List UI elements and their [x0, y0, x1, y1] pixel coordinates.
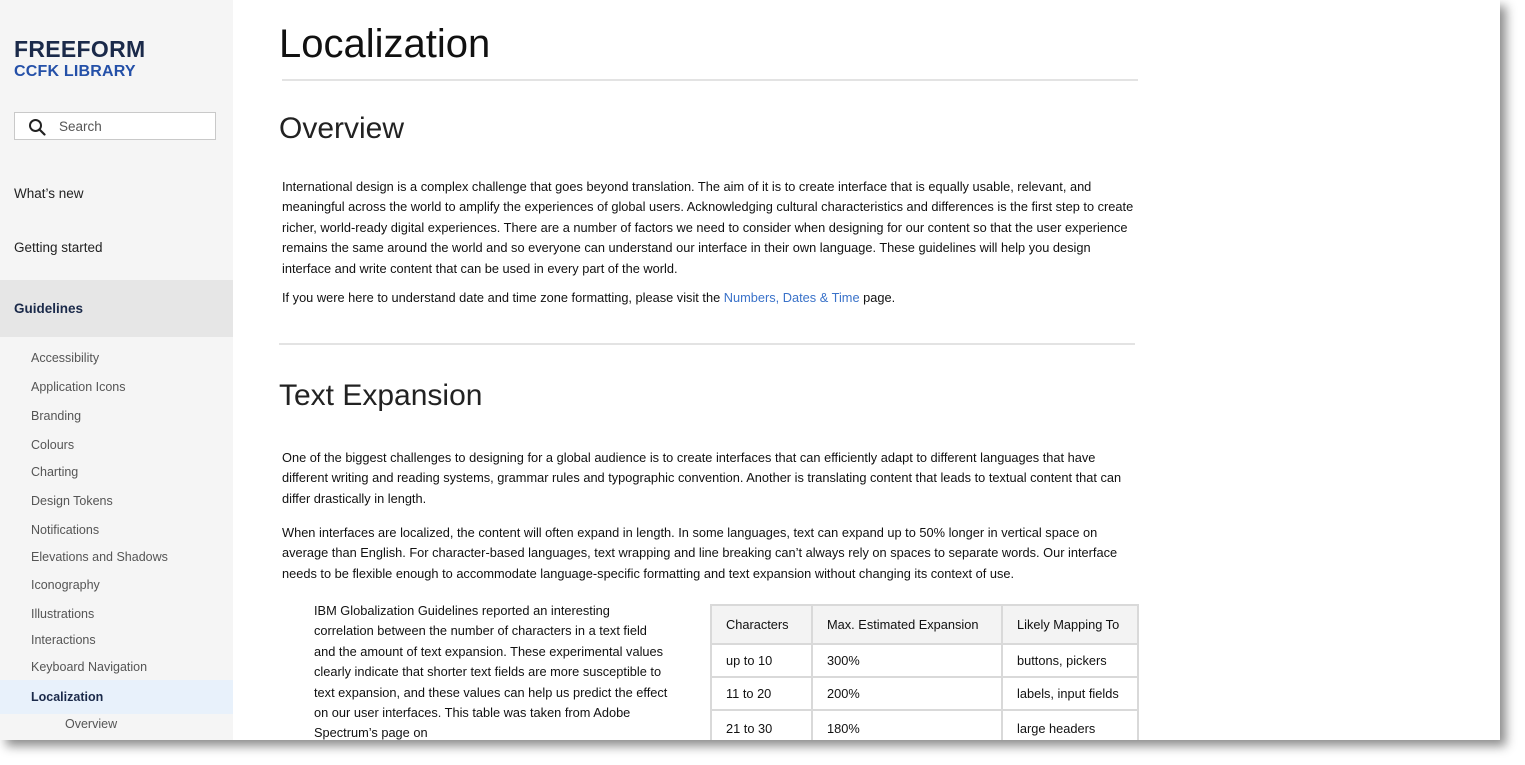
column-header-characters: Characters	[710, 604, 813, 645]
nav-item-guidelines-label: Guidelines	[14, 301, 84, 316]
table-cell: 11 to 20	[710, 676, 813, 711]
subnav-item-interactions[interactable]: Interactions	[31, 633, 96, 647]
subnav-item-illustrations[interactable]: Illustrations	[31, 607, 94, 621]
table-cell: labels, input fields	[1001, 676, 1139, 711]
subnav-item-application-icons[interactable]: Application Icons	[31, 380, 126, 394]
subnav-item-keyboard-navigation[interactable]: Keyboard Navigation	[31, 660, 147, 674]
subnav-item-localization-label: Localization	[31, 690, 104, 704]
text-expansion-paragraph-1: One of the biggest challenges to designi…	[282, 450, 1122, 506]
brand-subtitle[interactable]: CCFK LIBRARY	[14, 63, 136, 81]
sidebar: FREEFORM CCFK LIBRARY Search What’s new …	[0, 0, 233, 740]
nav-item-getting-started[interactable]: Getting started	[14, 240, 103, 255]
column-header-likely-mapping: Likely Mapping To	[1001, 604, 1139, 645]
page-frame: FREEFORM CCFK LIBRARY Search What’s new …	[0, 0, 1500, 740]
ibm-guidelines-paragraph: IBM Globalization Guidelines reported an…	[314, 603, 668, 740]
subnav-item-notifications[interactable]: Notifications	[31, 523, 99, 537]
table-cell: buttons, pickers	[1001, 643, 1139, 678]
table-cell: 21 to 30	[710, 709, 813, 740]
overview-heading: Overview	[279, 112, 405, 145]
table-cell: large headers	[1001, 709, 1139, 740]
brand-title[interactable]: FREEFORM	[14, 36, 145, 63]
table-cell: 180%	[811, 709, 1003, 740]
subnav-item-accessibility[interactable]: Accessibility	[31, 351, 99, 365]
table-row: up to 10 300% buttons, pickers	[710, 643, 1139, 678]
page-title: Localization	[279, 22, 491, 66]
subnav-item-charting[interactable]: Charting	[31, 465, 78, 479]
text-expansion-table: Characters Max. Estimated Expansion Like…	[710, 604, 1139, 740]
visit-suffix: page.	[859, 290, 896, 305]
subnav-item-iconography[interactable]: Iconography	[31, 578, 100, 592]
visit-prefix: If you were here to understand date and …	[282, 290, 724, 305]
nav-item-whats-new[interactable]: What’s new	[14, 186, 84, 201]
subnav-item-design-tokens[interactable]: Design Tokens	[31, 494, 113, 508]
text-expansion-heading: Text Expansion	[279, 379, 483, 412]
table-cell: 300%	[811, 643, 1003, 678]
overview-visit-line: If you were here to understand date and …	[282, 288, 1138, 308]
column-header-max-expansion: Max. Estimated Expansion	[811, 604, 1003, 645]
subnav-item-colours[interactable]: Colours	[31, 438, 74, 452]
table-cell: 200%	[811, 676, 1003, 711]
table-cell: up to 10	[710, 643, 813, 678]
numbers-dates-time-link[interactable]: Numbers, Dates & Time	[724, 290, 860, 305]
subnav-item-elevations-and-shadows[interactable]: Elevations and Shadows	[31, 550, 168, 564]
search-icon	[29, 119, 46, 136]
search-placeholder: Search	[59, 119, 102, 134]
section-divider	[279, 343, 1135, 345]
table-header-row: Characters Max. Estimated Expansion Like…	[710, 604, 1139, 645]
title-divider	[282, 79, 1138, 81]
table-row: 21 to 30 180% large headers	[710, 709, 1139, 740]
subnav-item-localization[interactable]: Localization	[0, 680, 233, 714]
subnav-child-overview[interactable]: Overview	[65, 717, 117, 731]
nav-item-guidelines[interactable]: Guidelines	[0, 280, 233, 337]
subnav-item-branding[interactable]: Branding	[31, 409, 81, 423]
overview-paragraph: International design is a complex challe…	[282, 179, 1134, 276]
search-input[interactable]: Search	[14, 112, 216, 140]
table-row: 11 to 20 200% labels, input fields	[710, 676, 1139, 711]
text-expansion-paragraph-2: When interfaces are localized, the conte…	[282, 525, 1118, 581]
